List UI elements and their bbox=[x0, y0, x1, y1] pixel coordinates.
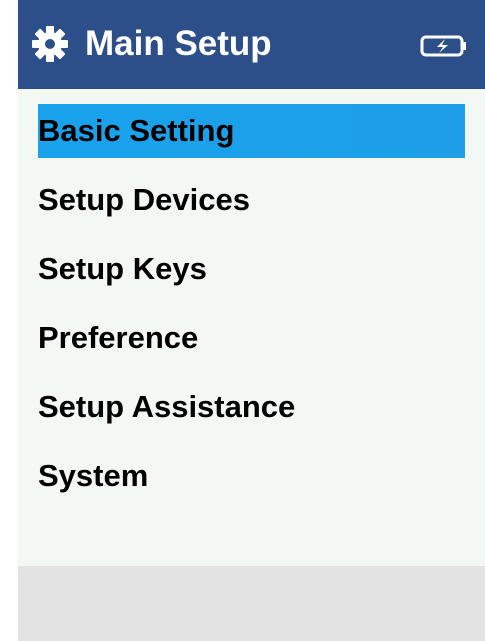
soft-key-bar bbox=[18, 566, 485, 641]
battery-charging-icon bbox=[420, 34, 468, 58]
menu-item-setup-keys[interactable]: Setup Keys bbox=[18, 242, 485, 296]
title-bar: Main Setup bbox=[18, 0, 485, 89]
menu-item-label: Preference bbox=[38, 320, 199, 355]
page-title: Main Setup bbox=[85, 24, 272, 63]
menu-item-label: Setup Assistance bbox=[38, 389, 296, 424]
setup-menu: Basic Setting Setup Devices Setup Keys P… bbox=[18, 104, 485, 518]
menu-item-preference[interactable]: Preference bbox=[18, 311, 485, 365]
menu-item-system[interactable]: System bbox=[18, 449, 485, 503]
device-screen: Main Setup Basic Setting Setup Devices S… bbox=[18, 0, 485, 641]
menu-item-label: Basic Setting bbox=[38, 113, 235, 148]
menu-item-label: Setup Devices bbox=[38, 182, 250, 217]
menu-item-label: System bbox=[38, 458, 149, 493]
gear-icon bbox=[32, 26, 68, 62]
menu-item-basic-setting[interactable]: Basic Setting bbox=[38, 104, 465, 158]
menu-item-setup-assistance[interactable]: Setup Assistance bbox=[18, 380, 485, 434]
menu-item-setup-devices[interactable]: Setup Devices bbox=[18, 173, 485, 227]
menu-item-label: Setup Keys bbox=[38, 251, 207, 286]
